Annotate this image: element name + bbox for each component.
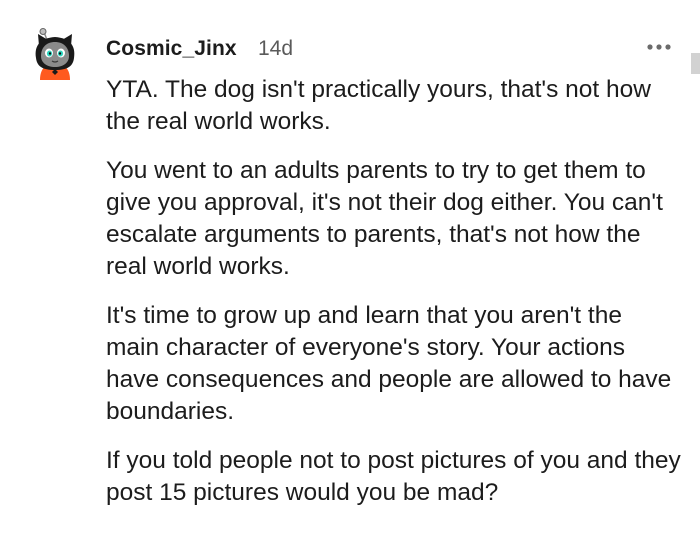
comment-paragraph: It's time to grow up and learn that you … — [106, 302, 672, 425]
comment-age: 14d — [258, 37, 294, 60]
comment: Cosmic_Jinx 14d YTA. The dog isn't pract… — [0, 0, 700, 551]
scrollbar-thumb[interactable] — [691, 53, 700, 74]
comment-body: YTA. The dog isn't practically yours, th… — [106, 74, 681, 509]
comment-paragraph: If you told people not to post pictures … — [106, 447, 681, 506]
comment-paragraph: You went to an adults parents to try to … — [106, 157, 663, 280]
user-avatar[interactable] — [30, 28, 80, 80]
comment-paragraph: YTA. The dog isn't practically yours, th… — [106, 76, 651, 135]
more-options-icon — [647, 44, 671, 50]
comment-author[interactable]: Cosmic_Jinx — [106, 37, 237, 61]
cat-avatar-icon — [35, 28, 75, 80]
more-options-button[interactable] — [646, 40, 672, 54]
